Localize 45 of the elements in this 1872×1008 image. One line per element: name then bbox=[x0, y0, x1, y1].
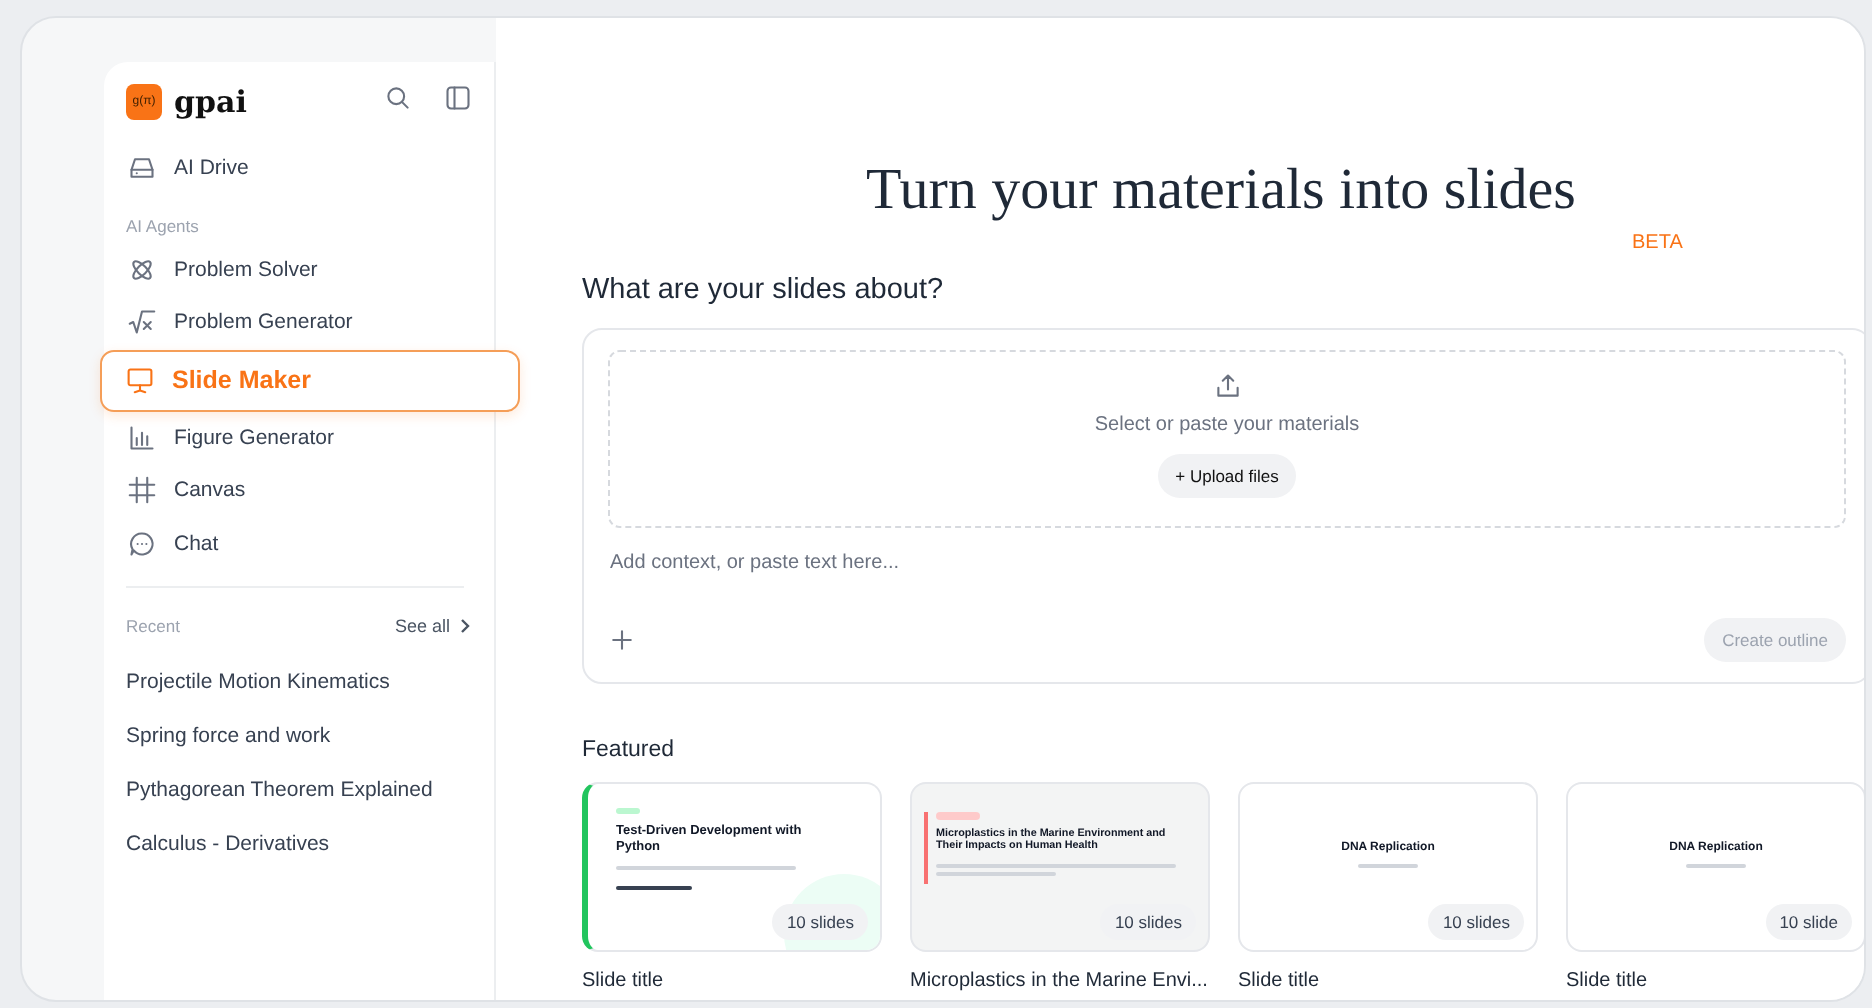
sidebar-item[interactable]: Chat bbox=[126, 517, 472, 570]
section-label: Recent bbox=[126, 616, 180, 636]
recent-item[interactable]: Pythagorean Theorem Explained bbox=[126, 762, 472, 816]
subtitle-line bbox=[936, 871, 1056, 876]
square-root-icon bbox=[128, 308, 156, 337]
hash-icon bbox=[128, 476, 156, 505]
slide-title: Slide title bbox=[1238, 970, 1322, 992]
sidebar-item[interactable]: Problem Generator bbox=[126, 296, 472, 349]
brand-name: gpai bbox=[174, 84, 249, 120]
section-heading: Featured bbox=[582, 738, 677, 762]
upload-button[interactable]: + Upload files bbox=[1157, 454, 1297, 498]
tag-pill bbox=[616, 808, 640, 814]
question-heading: What are your slides about? bbox=[582, 274, 946, 306]
see-all-link[interactable]: See all bbox=[394, 616, 472, 636]
upload-icon bbox=[1213, 372, 1241, 400]
sidebar-item[interactable]: Problem Solver bbox=[126, 243, 472, 296]
slide-title: Microplastics in the Marine Envi... bbox=[910, 970, 1210, 992]
page-title: Turn your materials into slides bbox=[866, 158, 1578, 224]
atom-icon bbox=[128, 255, 156, 284]
drop-hint: Select or paste your materials bbox=[1094, 414, 1360, 436]
slide-count: 10 slides bbox=[1428, 904, 1524, 940]
section-label: AI Agents bbox=[126, 215, 201, 235]
subtitle-line bbox=[1358, 864, 1418, 869]
slide-title: Slide title bbox=[1566, 970, 1650, 992]
sidebar-item[interactable]: Canvas bbox=[126, 464, 472, 517]
drive-icon bbox=[128, 154, 156, 183]
tag-pill bbox=[936, 812, 980, 820]
presentation-icon bbox=[126, 366, 154, 394]
drop-zone[interactable]: Select or paste your materials + Upload files bbox=[608, 350, 1846, 528]
author-line bbox=[616, 885, 692, 890]
chat-icon bbox=[128, 529, 156, 558]
sidebar-item[interactable]: Figure Generator bbox=[126, 411, 472, 464]
accent-bar bbox=[924, 812, 928, 884]
slide-count: 10 slide bbox=[1765, 904, 1852, 940]
bar-chart-icon bbox=[128, 423, 156, 452]
recent-item[interactable]: Calculus - Derivatives bbox=[126, 816, 472, 870]
subtitle-line bbox=[1686, 864, 1746, 869]
chevron-icon bbox=[458, 618, 472, 634]
recent-item[interactable]: Spring force and work bbox=[126, 708, 472, 762]
recent-item[interactable]: Projectile Motion Kinematics bbox=[126, 654, 472, 708]
slide-count: 10 slides bbox=[772, 904, 868, 940]
slide-title: Slide title bbox=[582, 970, 666, 992]
sidebar-item[interactable]: AI Drive bbox=[126, 142, 472, 195]
beta-label: BETA bbox=[1632, 232, 1683, 254]
plus-icon[interactable] bbox=[608, 626, 636, 654]
